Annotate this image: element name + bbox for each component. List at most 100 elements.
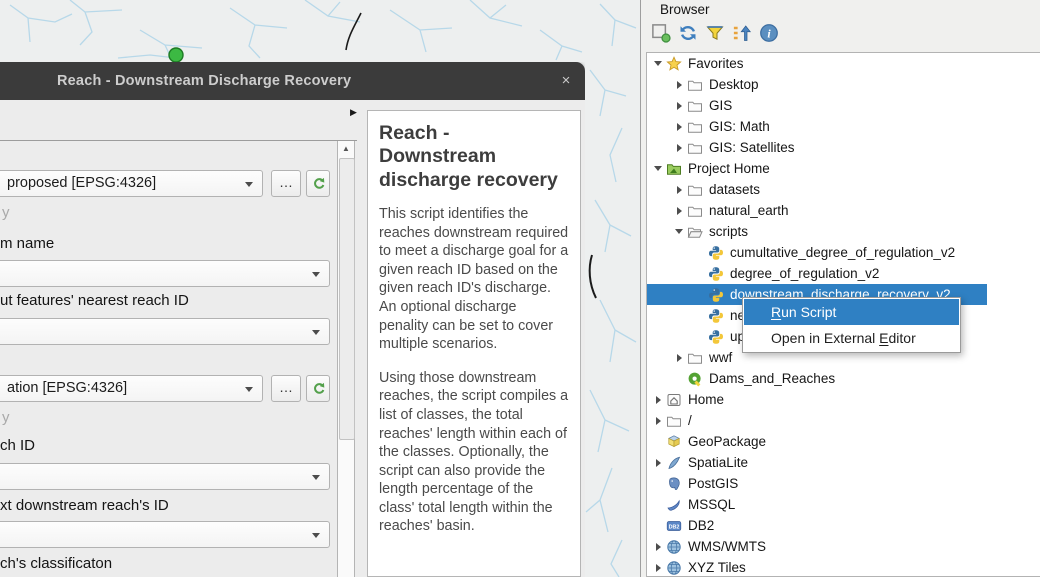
- reload-icon: [311, 176, 326, 191]
- refresh-icon[interactable]: [678, 23, 698, 43]
- tree-item-favorites[interactable]: Favorites: [647, 53, 1040, 74]
- crs-target-combobox[interactable]: ation [EPSG:4326]: [0, 375, 263, 402]
- tree-item-gis-math[interactable]: GIS: Math: [647, 116, 1040, 137]
- collapse-all-icon[interactable]: [732, 23, 752, 43]
- dialog-title: Reach - Downstream Discharge Recovery: [57, 62, 351, 100]
- tree-item-home[interactable]: Home: [647, 389, 1040, 410]
- postgis-icon: [666, 476, 683, 492]
- tree-item-xyz-tiles[interactable]: XYZ Tiles: [647, 557, 1040, 577]
- chevron-right-icon[interactable]: [671, 144, 687, 152]
- next-downstream-combobox[interactable]: [0, 521, 330, 548]
- menu-item-run-script[interactable]: Run Script: [744, 299, 959, 325]
- tree-item-natural-earth[interactable]: natural_earth: [647, 200, 1040, 221]
- tree-item-desktop[interactable]: Desktop: [647, 74, 1040, 95]
- chevron-down-icon[interactable]: [671, 229, 687, 234]
- tree-item-cumultative-degree-of-regulation-v2[interactable]: cumultative_degree_of_regulation_v2: [647, 242, 1040, 263]
- tree-item-datasets[interactable]: datasets: [647, 179, 1040, 200]
- chevron-right-icon[interactable]: [650, 459, 666, 467]
- tree-item-project-home[interactable]: Project Home: [647, 158, 1040, 179]
- tree-item-mssql[interactable]: MSSQL: [647, 494, 1040, 515]
- tree-item-label: wwf: [709, 350, 732, 365]
- tree-item-geopackage[interactable]: GeoPackage: [647, 431, 1040, 452]
- add-selected-layers-icon[interactable]: [651, 23, 671, 43]
- tree-item-label: GeoPackage: [688, 434, 766, 449]
- context-menu: Run Script Open in External Editor: [742, 297, 961, 353]
- crs-source-combobox[interactable]: proposed [EPSG:4326]: [0, 170, 263, 197]
- tree-item-gis[interactable]: GIS: [647, 95, 1040, 116]
- folder-icon: [687, 140, 704, 156]
- close-icon[interactable]: ×: [557, 62, 575, 100]
- tree-item-root[interactable]: /: [647, 410, 1040, 431]
- tree-item-scripts[interactable]: scripts: [647, 221, 1040, 242]
- panel-title: Browser: [660, 2, 710, 17]
- tree-item-degree-of-regulation-v2[interactable]: degree_of_regulation_v2: [647, 263, 1040, 284]
- form-scrollbar[interactable]: ▲: [337, 141, 355, 577]
- spatialite-icon: [666, 455, 683, 471]
- tree-item-postgis[interactable]: PostGIS: [647, 473, 1040, 494]
- folder-icon: [687, 77, 704, 93]
- tree-item-label: scripts: [709, 224, 748, 239]
- chevron-right-icon[interactable]: [650, 417, 666, 425]
- chevron-right-icon[interactable]: [671, 186, 687, 194]
- iterate-button[interactable]: [306, 375, 330, 402]
- help-heading: Reach - Downstream discharge recovery: [379, 122, 569, 192]
- tree-item-label: degree_of_regulation_v2: [730, 266, 879, 281]
- scrollbar-thumb[interactable]: [339, 158, 355, 440]
- tree-item-label: DB2: [688, 518, 714, 533]
- help-paragraph: Using those downstream reaches, the scri…: [379, 369, 569, 536]
- tree-item-label: SpatiaLite: [688, 455, 748, 470]
- browse-button[interactable]: …: [271, 375, 301, 402]
- name-combobox[interactable]: [0, 260, 330, 287]
- tree-item-spatialite[interactable]: SpatiaLite: [647, 452, 1040, 473]
- combo-arrow-icon: [312, 272, 320, 277]
- chevron-down-icon[interactable]: [650, 61, 666, 66]
- qgis-icon: [687, 371, 704, 387]
- combo-value: proposed [EPSG:4326]: [7, 175, 156, 191]
- tree-item-dams-and-reaches[interactable]: Dams_and_Reaches: [647, 368, 1040, 389]
- splitter-arrow-icon[interactable]: ▶: [350, 108, 357, 117]
- tree-item-label: WMS/WMTS: [688, 539, 766, 554]
- reach-id-label: ch ID: [0, 437, 35, 454]
- script-dialog: Reach - Downstream Discharge Recovery × …: [0, 62, 585, 577]
- geopackage-icon: [666, 434, 683, 450]
- menu-item-open-external-editor[interactable]: Open in External Editor: [744, 325, 959, 351]
- reach-id-combobox[interactable]: [0, 463, 330, 490]
- tree-item-db2[interactable]: DB2 DB2: [647, 515, 1040, 536]
- tree-item-wms-wmts[interactable]: WMS/WMTS: [647, 536, 1040, 557]
- star-icon: [666, 56, 683, 72]
- tree-item-label: GIS: Satellites: [709, 140, 795, 155]
- chevron-right-icon[interactable]: [650, 564, 666, 572]
- folder-icon: [687, 98, 704, 114]
- chevron-right-icon[interactable]: [650, 543, 666, 551]
- properties-info-icon[interactable]: i: [759, 23, 779, 43]
- optional-label-fragment: y: [2, 204, 10, 221]
- help-paragraph: This script identifies the reaches downs…: [379, 205, 569, 354]
- combo-arrow-icon: [312, 533, 320, 538]
- filter-browser-icon[interactable]: [705, 23, 725, 43]
- map-point-marker: [169, 48, 183, 62]
- chevron-right-icon[interactable]: [671, 81, 687, 89]
- dialog-titlebar[interactable]: Reach - Downstream Discharge Recovery ×: [0, 62, 585, 100]
- optional-label-fragment: y: [2, 409, 10, 426]
- nearest-reach-combobox[interactable]: [0, 318, 330, 345]
- tree-item-label: cumultative_degree_of_regulation_v2: [730, 245, 955, 260]
- reload-icon: [311, 381, 326, 396]
- name-field-label: m name: [0, 235, 54, 252]
- svg-text:DB2: DB2: [669, 524, 680, 530]
- scroll-up-icon[interactable]: ▲: [338, 141, 354, 156]
- iterate-button[interactable]: [306, 170, 330, 197]
- tree-item-label: datasets: [709, 182, 760, 197]
- tree-item-label: GIS: Math: [709, 119, 770, 134]
- chevron-right-icon[interactable]: [671, 207, 687, 215]
- tree-item-gis-satellites[interactable]: GIS: Satellites: [647, 137, 1040, 158]
- tree-item-label: Desktop: [709, 77, 759, 92]
- chevron-right-icon[interactable]: [671, 123, 687, 131]
- next-downstream-label: xt downstream reach's ID: [0, 497, 169, 514]
- tree-item-label: Project Home: [688, 161, 770, 176]
- browse-button[interactable]: …: [271, 170, 301, 197]
- chevron-down-icon[interactable]: [650, 166, 666, 171]
- chevron-right-icon[interactable]: [650, 396, 666, 404]
- globe-icon: [666, 560, 683, 576]
- chevron-right-icon[interactable]: [671, 102, 687, 110]
- chevron-right-icon[interactable]: [671, 354, 687, 362]
